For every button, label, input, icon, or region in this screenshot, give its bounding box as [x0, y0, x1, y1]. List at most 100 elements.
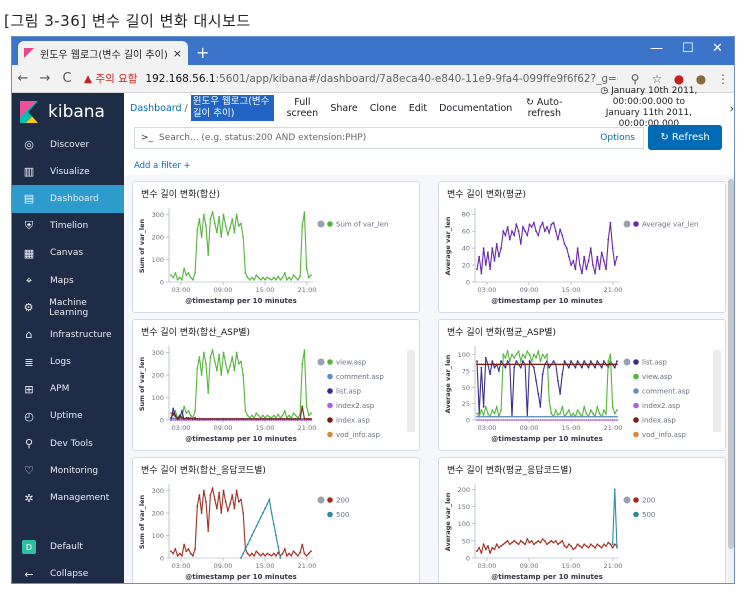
data-point [500, 419, 502, 421]
sidebar-item-logs[interactable]: ≣ Logs [12, 349, 124, 376]
data-point [237, 362, 240, 365]
data-point [574, 419, 577, 421]
refresh-button[interactable]: ↻ Refresh [648, 125, 722, 150]
add-filter-link[interactable]: Add a filter + [134, 161, 191, 171]
visualization-panel[interactable]: 변수 길이 변화(합산) 0 100 200 300 03:00 09:00 15:00 21:… [132, 181, 420, 313]
data-point [546, 226, 548, 228]
chevron-right-icon[interactable]: › [730, 102, 734, 115]
minimize-button[interactable]: — [650, 41, 663, 56]
y-tick-label: 0 [160, 279, 164, 287]
data-point [211, 417, 214, 420]
data-point [189, 414, 192, 417]
collapse-button[interactable]: ← Collapse [12, 561, 124, 583]
data-point [576, 247, 579, 250]
data-point [513, 234, 516, 237]
sidebar-item-dev-tools[interactable]: ⚲ Dev Tools [12, 430, 124, 457]
visualization-panel[interactable]: 변수 길이 변화(합산_응답코드별) 0 100 200 300 03:00 09:00 15… [132, 457, 420, 583]
kibana-top-nav: Dashboard / 윈도우 웹로그(변수 길이 추이) Full scree… [124, 86, 734, 129]
sidebar-item-infrastructure[interactable]: ⌂ Infrastructure [12, 321, 124, 348]
data-point [596, 415, 599, 418]
sidebar-item-management[interactable]: ✲ Management [12, 484, 124, 511]
profile-avatar[interactable]: ● [690, 72, 712, 86]
zoom-icon[interactable]: ⚲ [624, 72, 646, 86]
sidebar-item-discover[interactable]: ◎ Discover [12, 131, 124, 158]
breadcrumb-dashboard[interactable]: Dashboard [130, 103, 182, 114]
data-point [224, 500, 227, 503]
data-point [205, 417, 207, 420]
share-link[interactable]: Share [330, 103, 357, 114]
space-selector[interactable]: D Default [12, 534, 124, 561]
data-point [272, 414, 275, 417]
reload-icon[interactable]: C [56, 71, 78, 86]
query-bar[interactable]: >_ Search... (e.g. status:200 AND extens… [134, 127, 644, 149]
data-point [482, 413, 485, 416]
maximize-button[interactable]: ☐ [682, 41, 694, 56]
x-tick-label: 03:00 [478, 286, 497, 294]
back-icon[interactable]: ← [12, 71, 34, 86]
search-input[interactable]: Search... (e.g. status:200 AND extension… [159, 133, 366, 143]
auto-refresh-link[interactable]: ↻ Auto-refresh [524, 97, 564, 119]
extension-icon[interactable]: ● [668, 72, 690, 86]
close-window-button[interactable]: ✕ [712, 41, 723, 56]
data-point [559, 419, 562, 421]
edit-link[interactable]: Edit [409, 103, 427, 114]
series-line [476, 537, 618, 555]
data-point [290, 278, 293, 281]
legend-scrollbar[interactable] [407, 350, 415, 432]
sidebar-item-dashboard[interactable]: ▤ Dashboard [12, 185, 124, 213]
sidebar-item-visualize[interactable]: ▥ Visualize [12, 158, 124, 185]
sidebar-item-monitoring[interactable]: ♡ Monitoring [12, 457, 124, 484]
security-warning[interactable]: ▲ 주의 요함 [84, 71, 137, 86]
data-point [194, 417, 196, 420]
visualization-panel[interactable]: 변수 길이 변화(평균) 0 20 40 60 80 03:00 09:00 15:00 21:0… [438, 181, 726, 313]
date-range-picker[interactable]: ◷ January 10th 2011, 00:00:00.000 to Janu… [574, 86, 723, 130]
x-axis-label: @timestamp per 10 minutes [185, 297, 297, 305]
data-point [476, 360, 478, 362]
data-point [607, 415, 610, 418]
data-point [270, 554, 273, 557]
visualization-panel[interactable]: 변수 길이 변화(평균_ASP별) 0 25 50 75 100 03:00 09:00 15:… [438, 319, 726, 451]
y-axis-label: Average var_len [444, 354, 452, 413]
data-point [554, 363, 557, 366]
visualization-panel[interactable]: 변수 길이 변화(합산_ASP별) 0 100 200 300 03:00 09:00 15:… [132, 319, 420, 451]
sidebar-item-canvas[interactable]: ▦ Canvas [12, 240, 124, 267]
forward-icon[interactable]: → [34, 71, 56, 86]
url-field[interactable]: ▲ 주의 요함 192.168.56.1:5601/app/kibana#/da… [84, 69, 618, 89]
sidebar-item-maps[interactable]: ⌖ Maps [12, 267, 124, 294]
browser-menu-icon[interactable]: ⋮ [712, 72, 734, 86]
tab-close-icon[interactable]: × [173, 47, 182, 60]
data-point [589, 419, 592, 421]
data-point [541, 415, 544, 418]
data-point [572, 412, 575, 415]
data-point [611, 546, 614, 549]
documentation-link[interactable]: Documentation [439, 103, 512, 114]
data-point [170, 550, 172, 553]
visualization-panel[interactable]: 변수 길이 변화(평균_응답코드별) 0 50 100 150 200 03:00 09:00… [438, 457, 726, 583]
bookmark-star-icon[interactable]: ☆ [646, 72, 668, 86]
data-point [572, 363, 575, 366]
legend-label: 200 [642, 497, 655, 505]
full-screen-link[interactable]: Full screen [286, 97, 319, 119]
data-point [528, 360, 531, 362]
browser-tab[interactable]: 윈도우 웹로그(변수 길이 추이) - × [18, 41, 188, 65]
data-point [209, 417, 212, 420]
data-point [261, 276, 264, 279]
sidebar-item-uptime[interactable]: ◴ Uptime [12, 403, 124, 430]
data-point [491, 360, 494, 362]
data-point [526, 419, 529, 421]
uptime-icon: ◴ [24, 409, 34, 423]
data-point [600, 366, 603, 369]
data-point [578, 419, 581, 421]
page-scrollbar[interactable] [728, 177, 734, 582]
data-point [259, 278, 262, 281]
new-tab-button[interactable]: + [196, 43, 209, 62]
options-button[interactable]: Options [600, 133, 635, 143]
sidebar-item-timelion[interactable]: ⛨ Timelion [12, 213, 124, 240]
sidebar-item-apm[interactable]: ⊞ APM [12, 376, 124, 403]
kibana-brand[interactable]: kibana [12, 93, 124, 131]
clone-link[interactable]: Clone [370, 103, 397, 114]
legend-scrollbar[interactable] [713, 350, 721, 432]
data-point [511, 419, 513, 421]
sidebar-item-machine-learning[interactable]: ⚙ Machine Learning [12, 294, 124, 321]
data-point [602, 363, 605, 366]
